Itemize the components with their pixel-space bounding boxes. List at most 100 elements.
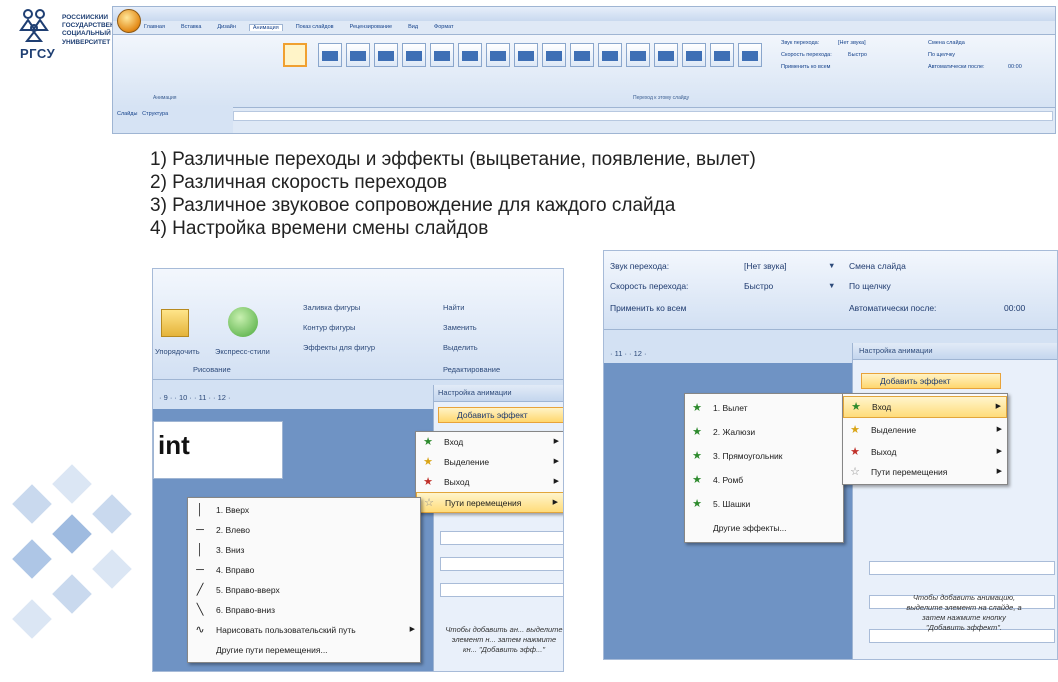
menu-item-motion-paths[interactable]: ☆ Пути перемещения ▶ xyxy=(843,462,1007,484)
add-effect-button[interactable]: Добавить эффект xyxy=(861,373,1001,389)
property-field[interactable] xyxy=(440,557,563,571)
slide-title-text: int xyxy=(158,430,190,460)
menu-item-diamond[interactable]: ★ 4. Ромб xyxy=(685,470,843,490)
property-field[interactable] xyxy=(869,561,1055,575)
menu-item-box[interactable]: ★ 3. Прямоугольник xyxy=(685,446,843,466)
apply-all-button[interactable]: Применить ко всем xyxy=(610,303,686,313)
menu-item-more-effects[interactable]: Другие эффекты... xyxy=(685,518,843,538)
menu-item-right[interactable]: ─ 4. Вправо xyxy=(188,560,420,580)
menu-item-emphasis[interactable]: ★ Выделение ▶ xyxy=(843,420,1007,442)
tab-slideshow[interactable]: Показ слайдов xyxy=(293,24,337,30)
auto-after-field[interactable]: 00:00 xyxy=(1008,64,1022,70)
transition-thumb[interactable] xyxy=(570,43,594,67)
on-click-checkbox[interactable]: По щелчку xyxy=(928,52,955,58)
tab-design[interactable]: Дизайн xyxy=(214,24,239,30)
menu-item-entrance[interactable]: ★ Вход ▶ xyxy=(416,432,563,452)
auto-after-checkbox[interactable]: Автоматически после: xyxy=(928,64,985,70)
horizontal-line-icon: ─ xyxy=(196,564,204,576)
tab-slides[interactable]: Слайды Структура xyxy=(117,111,168,117)
menu-item-emphasis[interactable]: ★ Выделение ▶ xyxy=(416,452,563,472)
speed-label: Скорость перехода: xyxy=(781,52,832,58)
transition-thumb[interactable] xyxy=(514,43,538,67)
speed-select[interactable]: Быстро xyxy=(744,281,773,291)
transition-thumb[interactable] xyxy=(374,43,398,67)
slide-canvas[interactable]: int xyxy=(153,421,283,479)
sound-select[interactable]: [Нет звука] xyxy=(838,40,866,46)
transition-thumb[interactable] xyxy=(458,43,482,67)
tab-review[interactable]: Рецензирование xyxy=(347,24,395,30)
menu-item-checkerboard[interactable]: ★ 5. Шашки xyxy=(685,494,843,514)
on-click-checkbox[interactable]: По щелчку xyxy=(849,281,891,291)
chevron-down-icon[interactable]: ▼ xyxy=(828,261,835,270)
group-label-animation: Анимация xyxy=(153,95,177,101)
menu-item-more-paths[interactable]: Другие пути перемещения... xyxy=(188,640,420,660)
advance-title: Смена слайда xyxy=(849,261,906,271)
transition-thumb[interactable] xyxy=(346,43,370,67)
tab-insert[interactable]: Вставка xyxy=(178,24,204,30)
menu-item-fly-in[interactable]: ★ 1. Вылет xyxy=(685,398,843,418)
star-red-icon: ★ xyxy=(850,446,860,458)
property-field[interactable] xyxy=(440,531,563,545)
menu-item-down[interactable]: │ 3. Вниз xyxy=(188,540,420,560)
menu-item-up[interactable]: │ 1. Вверх xyxy=(188,500,420,520)
tab-view[interactable]: Вид xyxy=(405,24,421,30)
feature-list: 1) Различные переходы и эффекты (выцвета… xyxy=(150,148,756,240)
auto-after-field[interactable]: 00:00 xyxy=(1004,303,1025,313)
university-logo: РГСУ РОССИЙСКИЙ ГОСУДАРСТВЕННЫЙ СОЦИАЛЬН… xyxy=(18,8,120,66)
shape-effects-button[interactable]: Эффекты для фигур xyxy=(303,343,375,352)
transition-thumb[interactable] xyxy=(402,43,426,67)
transition-thumb[interactable] xyxy=(486,43,510,67)
motion-paths-submenu: │ 1. Вверх ─ 2. Влево │ 3. Вниз ─ 4. Вправо … xyxy=(187,497,421,663)
arrange-icon[interactable] xyxy=(161,309,189,337)
transition-thumb[interactable] xyxy=(654,43,678,67)
menu-item-entrance[interactable]: ★ Вход ▶ xyxy=(843,396,1007,418)
menu-item-blinds[interactable]: ★ 2. Жалюзи xyxy=(685,422,843,442)
diagonal-up-icon: ╱ xyxy=(196,584,204,596)
decor-diamond xyxy=(52,514,92,554)
star-green-icon: ★ xyxy=(692,402,702,414)
menu-item-motion-paths[interactable]: ☆ Пути перемещения ▶ xyxy=(416,492,563,513)
auto-after-checkbox[interactable]: Автоматически после: xyxy=(849,303,936,313)
decor-diamond xyxy=(52,574,92,614)
property-field[interactable] xyxy=(440,583,563,597)
shape-fill-button[interactable]: Заливка фигуры xyxy=(303,303,360,312)
quick-styles-button[interactable]: Экспресс-стили xyxy=(215,347,270,356)
add-effect-label: Добавить эффект xyxy=(880,376,951,386)
menu-item-exit[interactable]: ★ Выход ▶ xyxy=(416,472,563,492)
menu-item-left[interactable]: ─ 2. Влево xyxy=(188,520,420,540)
speed-select[interactable]: Быстро xyxy=(848,52,867,58)
decor-diamond xyxy=(52,464,92,504)
tab-home[interactable]: Главная xyxy=(141,24,168,30)
menu-item-right-down[interactable]: ╲ 6. Вправо-вниз xyxy=(188,600,420,620)
shape-outline-button[interactable]: Контур фигуры xyxy=(303,323,355,332)
arrange-button[interactable]: Упорядочить xyxy=(155,347,200,356)
replace-button[interactable]: Заменить xyxy=(443,323,477,332)
transition-thumb[interactable] xyxy=(710,43,734,67)
office-button[interactable] xyxy=(117,9,141,33)
tab-animation[interactable]: Анимация xyxy=(248,23,283,31)
apply-all-button[interactable]: Применить ко всем xyxy=(781,64,830,70)
group-label-transition: Переход к этому слайду xyxy=(633,95,690,101)
sound-select[interactable]: [Нет звука] xyxy=(744,261,787,271)
find-button[interactable]: Найти xyxy=(443,303,464,312)
menu-item-draw-custom-path[interactable]: ∿ Нарисовать пользовательский путь ▶ xyxy=(188,620,420,640)
transition-thumb[interactable] xyxy=(626,43,650,67)
transition-thumb[interactable] xyxy=(738,43,762,67)
transition-thumb[interactable] xyxy=(598,43,622,67)
quick-styles-icon[interactable] xyxy=(228,307,258,337)
transition-none-thumb[interactable] xyxy=(283,43,307,67)
select-button[interactable]: Выделить xyxy=(443,343,478,352)
menu-item-exit[interactable]: ★ Выход ▶ xyxy=(843,442,1007,464)
transition-thumb[interactable] xyxy=(542,43,566,67)
transition-thumb[interactable] xyxy=(318,43,342,67)
tab-format[interactable]: Формат xyxy=(431,24,457,30)
vertical-line-icon: │ xyxy=(196,504,204,516)
transition-thumb[interactable] xyxy=(682,43,706,67)
transition-thumb[interactable] xyxy=(430,43,454,67)
star-green-icon: ★ xyxy=(423,436,433,448)
add-effect-button[interactable]: Добавить эффект xyxy=(438,407,563,423)
chevron-down-icon[interactable]: ▼ xyxy=(828,281,835,290)
ribbon-tabs: Главная Вставка Дизайн Анимация Показ сл… xyxy=(141,21,457,33)
pane-title: Настройка анимации xyxy=(438,388,512,397)
menu-item-right-up[interactable]: ╱ 5. Вправо-вверх xyxy=(188,580,420,600)
